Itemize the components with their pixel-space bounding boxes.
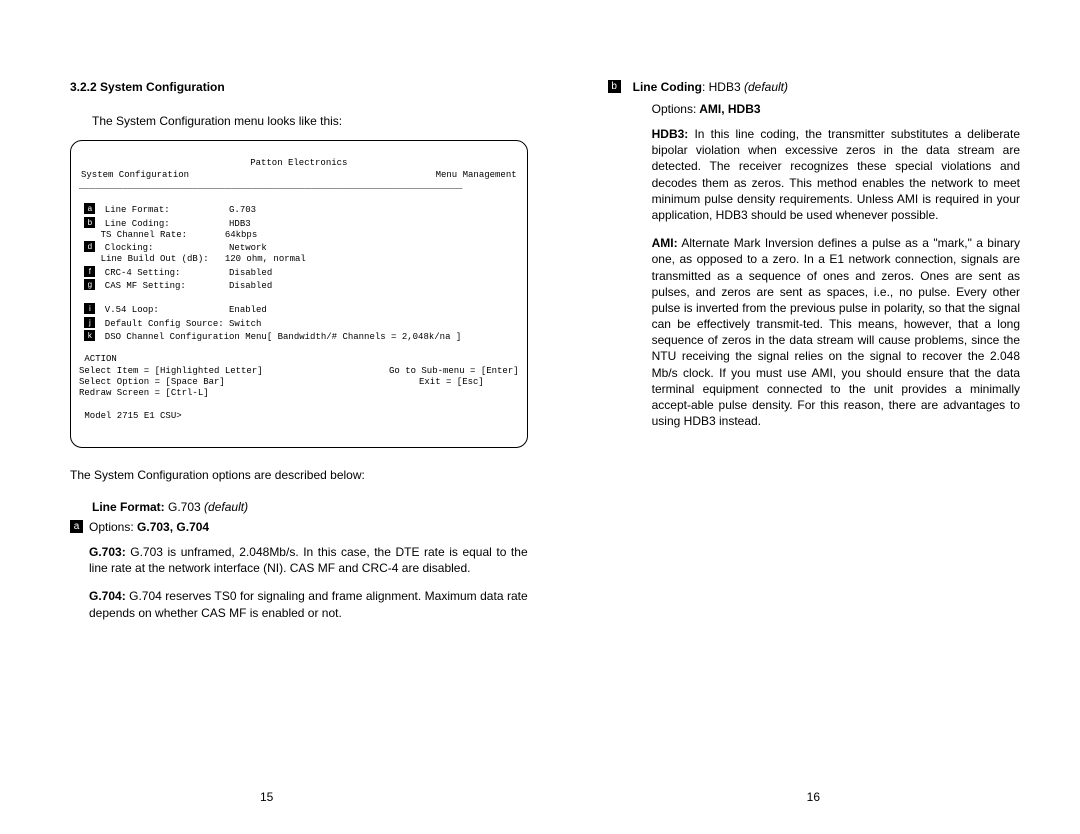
screen-rule: ________________________________________…: [79, 181, 462, 191]
hdb3-label: HDB3:: [652, 127, 689, 141]
line-coding-title: Line Coding: HDB3 (default): [633, 80, 788, 94]
options-b-line: Options: AMI, HDB3: [652, 102, 1020, 116]
g704-paragraph: G.704: G.704 reserves TS0 for signaling …: [89, 588, 528, 620]
g704-text: G.704 reserves TS0 for signaling and fra…: [89, 589, 528, 619]
g704-label: G.704:: [89, 589, 126, 603]
hdb3-paragraph: HDB3: In this line coding, the transmitt…: [652, 126, 1020, 223]
action-select-option: Select Option = [Space Bar]: [79, 377, 419, 388]
options-b-values: AMI, HDB3: [696, 102, 760, 116]
g703-text: G.703 is unframed, 2.048Mb/s. In this ca…: [89, 545, 528, 575]
line-coding-label: Line Coding: [633, 80, 702, 94]
options-label-b: Options:: [652, 102, 697, 116]
right-page: b Line Coding: HDB3 (default) Options: A…: [608, 80, 1020, 633]
page-footer: 15 16: [0, 790, 1080, 834]
terminal-screen: Patton ElectronicsSystem Configuration Me…: [70, 140, 528, 448]
screen-title-right: Menu Management: [436, 170, 517, 181]
ami-text: Alternate Mark Inversion defines a pulse…: [652, 236, 1020, 428]
action-goto-submenu: Go to Sub-menu = [Enter]: [389, 366, 519, 377]
hdb3-text: In this line coding, the transmitter sub…: [652, 127, 1020, 222]
line-coding-default: (default): [741, 80, 788, 94]
page-number-right: 16: [807, 790, 820, 804]
action-redraw: Redraw Screen = [Ctrl-L]: [79, 388, 209, 398]
screen-row-marker: g: [84, 279, 95, 290]
screen-row-marker: a: [84, 203, 95, 214]
action-header: ACTION: [84, 354, 116, 364]
options-a-values: G.703, G.704: [134, 520, 209, 534]
screen-title-left: System Configuration: [81, 170, 189, 181]
options-label: Options:: [89, 520, 134, 534]
page-number-left: 15: [260, 790, 273, 804]
screen-prompt: Model 2715 E1 CSU>: [84, 411, 181, 421]
section-heading: 3.2.2 System Configuration: [70, 80, 528, 94]
line-format-value: G.703: [165, 500, 201, 514]
line-format-title: Line Format: G.703 (default): [92, 500, 528, 514]
line-coding-value: : HDB3: [702, 80, 741, 94]
line-format-default: (default): [201, 500, 248, 514]
marker-b: b: [608, 80, 621, 93]
line-format-label: Line Format:: [92, 500, 165, 514]
screen-row-marker: i: [84, 303, 95, 314]
g703-paragraph: G.703: G.703 is unframed, 2.048Mb/s. In …: [89, 544, 528, 576]
ami-label: AMI:: [652, 236, 678, 250]
screen-row-marker: b: [84, 217, 95, 228]
options-described-text: The System Configuration options are des…: [70, 468, 528, 482]
intro-text: The System Configuration menu looks like…: [92, 114, 528, 128]
left-page: 3.2.2 System Configuration The System Co…: [70, 80, 528, 633]
action-select-item: Select Item = [Highlighted Letter]: [79, 366, 389, 377]
screen-row-marker: j: [84, 317, 95, 328]
screen-row-marker: d: [84, 241, 95, 252]
screen-row-marker: f: [84, 266, 95, 277]
ami-paragraph: AMI: Alternate Mark Inversion defines a …: [652, 235, 1020, 429]
g703-label: G.703:: [89, 545, 126, 559]
marker-a: a: [70, 520, 83, 533]
options-a-line: Options: G.703, G.704: [89, 520, 528, 534]
screen-title1: Patton Electronics: [79, 158, 519, 169]
action-exit: Exit = [Esc]: [419, 377, 484, 388]
screen-row-marker: k: [84, 330, 95, 341]
